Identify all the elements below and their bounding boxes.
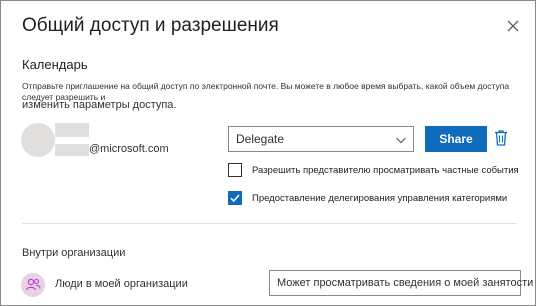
sharing-dialog: Общий доступ и разрешения Календарь Отпр… xyxy=(0,0,536,306)
chevron-down-icon xyxy=(395,133,407,145)
category-delegation-label: Предоставление делегирования управления … xyxy=(252,192,508,204)
close-icon[interactable] xyxy=(501,14,525,38)
calendar-description-continued: изменить параметры доступа. xyxy=(22,99,177,111)
category-delegation-checkbox[interactable] xyxy=(228,191,242,205)
redacted-name xyxy=(55,123,89,137)
dialog-title: Общий доступ и разрешения xyxy=(22,15,279,36)
private-events-checkbox[interactable] xyxy=(228,163,242,177)
share-button[interactable]: Share xyxy=(425,126,487,152)
avatar xyxy=(21,123,55,157)
private-events-label: Разрешить представителю просматривать ча… xyxy=(252,164,519,176)
organization-name: Люди в моей организации xyxy=(55,278,188,290)
trash-icon[interactable] xyxy=(493,129,509,147)
section-divider xyxy=(22,223,516,224)
people-icon xyxy=(21,273,45,297)
organization-permission-dropdown[interactable]: Может просматривать сведения о моей заня… xyxy=(269,270,533,296)
permission-dropdown[interactable]: Delegate xyxy=(228,126,414,152)
calendar-section-title: Календарь xyxy=(22,57,88,72)
organization-permission-value: Может просматривать сведения о моей заня… xyxy=(277,277,534,289)
redacted-email-prefix xyxy=(55,144,89,156)
organization-section-title: Внутри организации xyxy=(22,247,126,259)
permission-value: Delegate xyxy=(236,132,285,146)
option-private-events[interactable]: Разрешить представителю просматривать ча… xyxy=(228,161,519,179)
person-email-domain: @microsoft.com xyxy=(89,143,169,155)
option-category-delegation[interactable]: Предоставление делегирования управления … xyxy=(228,189,507,207)
checkmark-icon xyxy=(230,194,240,203)
